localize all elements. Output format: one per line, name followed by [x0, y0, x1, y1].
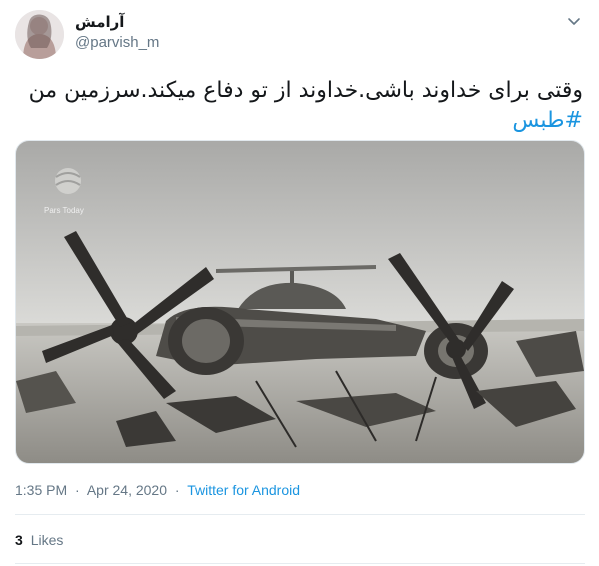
likes-count: 3 [15, 532, 23, 548]
tweet-photo[interactable]: Pars Today [15, 140, 585, 464]
tweet-card: آرامش @parvish_m وقتی برای خداوند باشی.خ… [0, 0, 599, 566]
likes-label: Likes [30, 532, 64, 548]
chevron-down-icon[interactable] [563, 10, 585, 32]
display-name[interactable]: آرامش [75, 13, 159, 33]
pars-today-logo [55, 168, 81, 194]
tweet-header: آرامش @parvish_m [15, 10, 585, 60]
hashtag-link[interactable]: #طبس [15, 106, 583, 136]
tweet-body: وقتی برای خداوند باشی.خداوند از تو دفاع … [28, 78, 583, 103]
tweet-source-link[interactable]: Twitter for Android [187, 482, 300, 498]
divider [15, 514, 585, 515]
meta-separator: · [174, 482, 180, 498]
tweet-time[interactable]: 1:35 PM [15, 482, 67, 498]
tweet-meta: 1:35 PM · Apr 24, 2020 · Twitter for And… [15, 480, 300, 500]
divider [15, 563, 585, 564]
avatar[interactable] [15, 10, 64, 59]
meta-separator: · [75, 482, 80, 498]
user-info[interactable]: آرامش @parvish_m [75, 13, 159, 53]
watermark-text: Pars Today [44, 206, 84, 215]
tweet-text: وقتی برای خداوند باشی.خداوند از تو دفاع … [15, 76, 583, 136]
user-handle[interactable]: @parvish_m [75, 33, 159, 53]
likes-stat[interactable]: 3 Likes [15, 530, 63, 550]
tweet-date[interactable]: Apr 24, 2020 [87, 482, 167, 498]
